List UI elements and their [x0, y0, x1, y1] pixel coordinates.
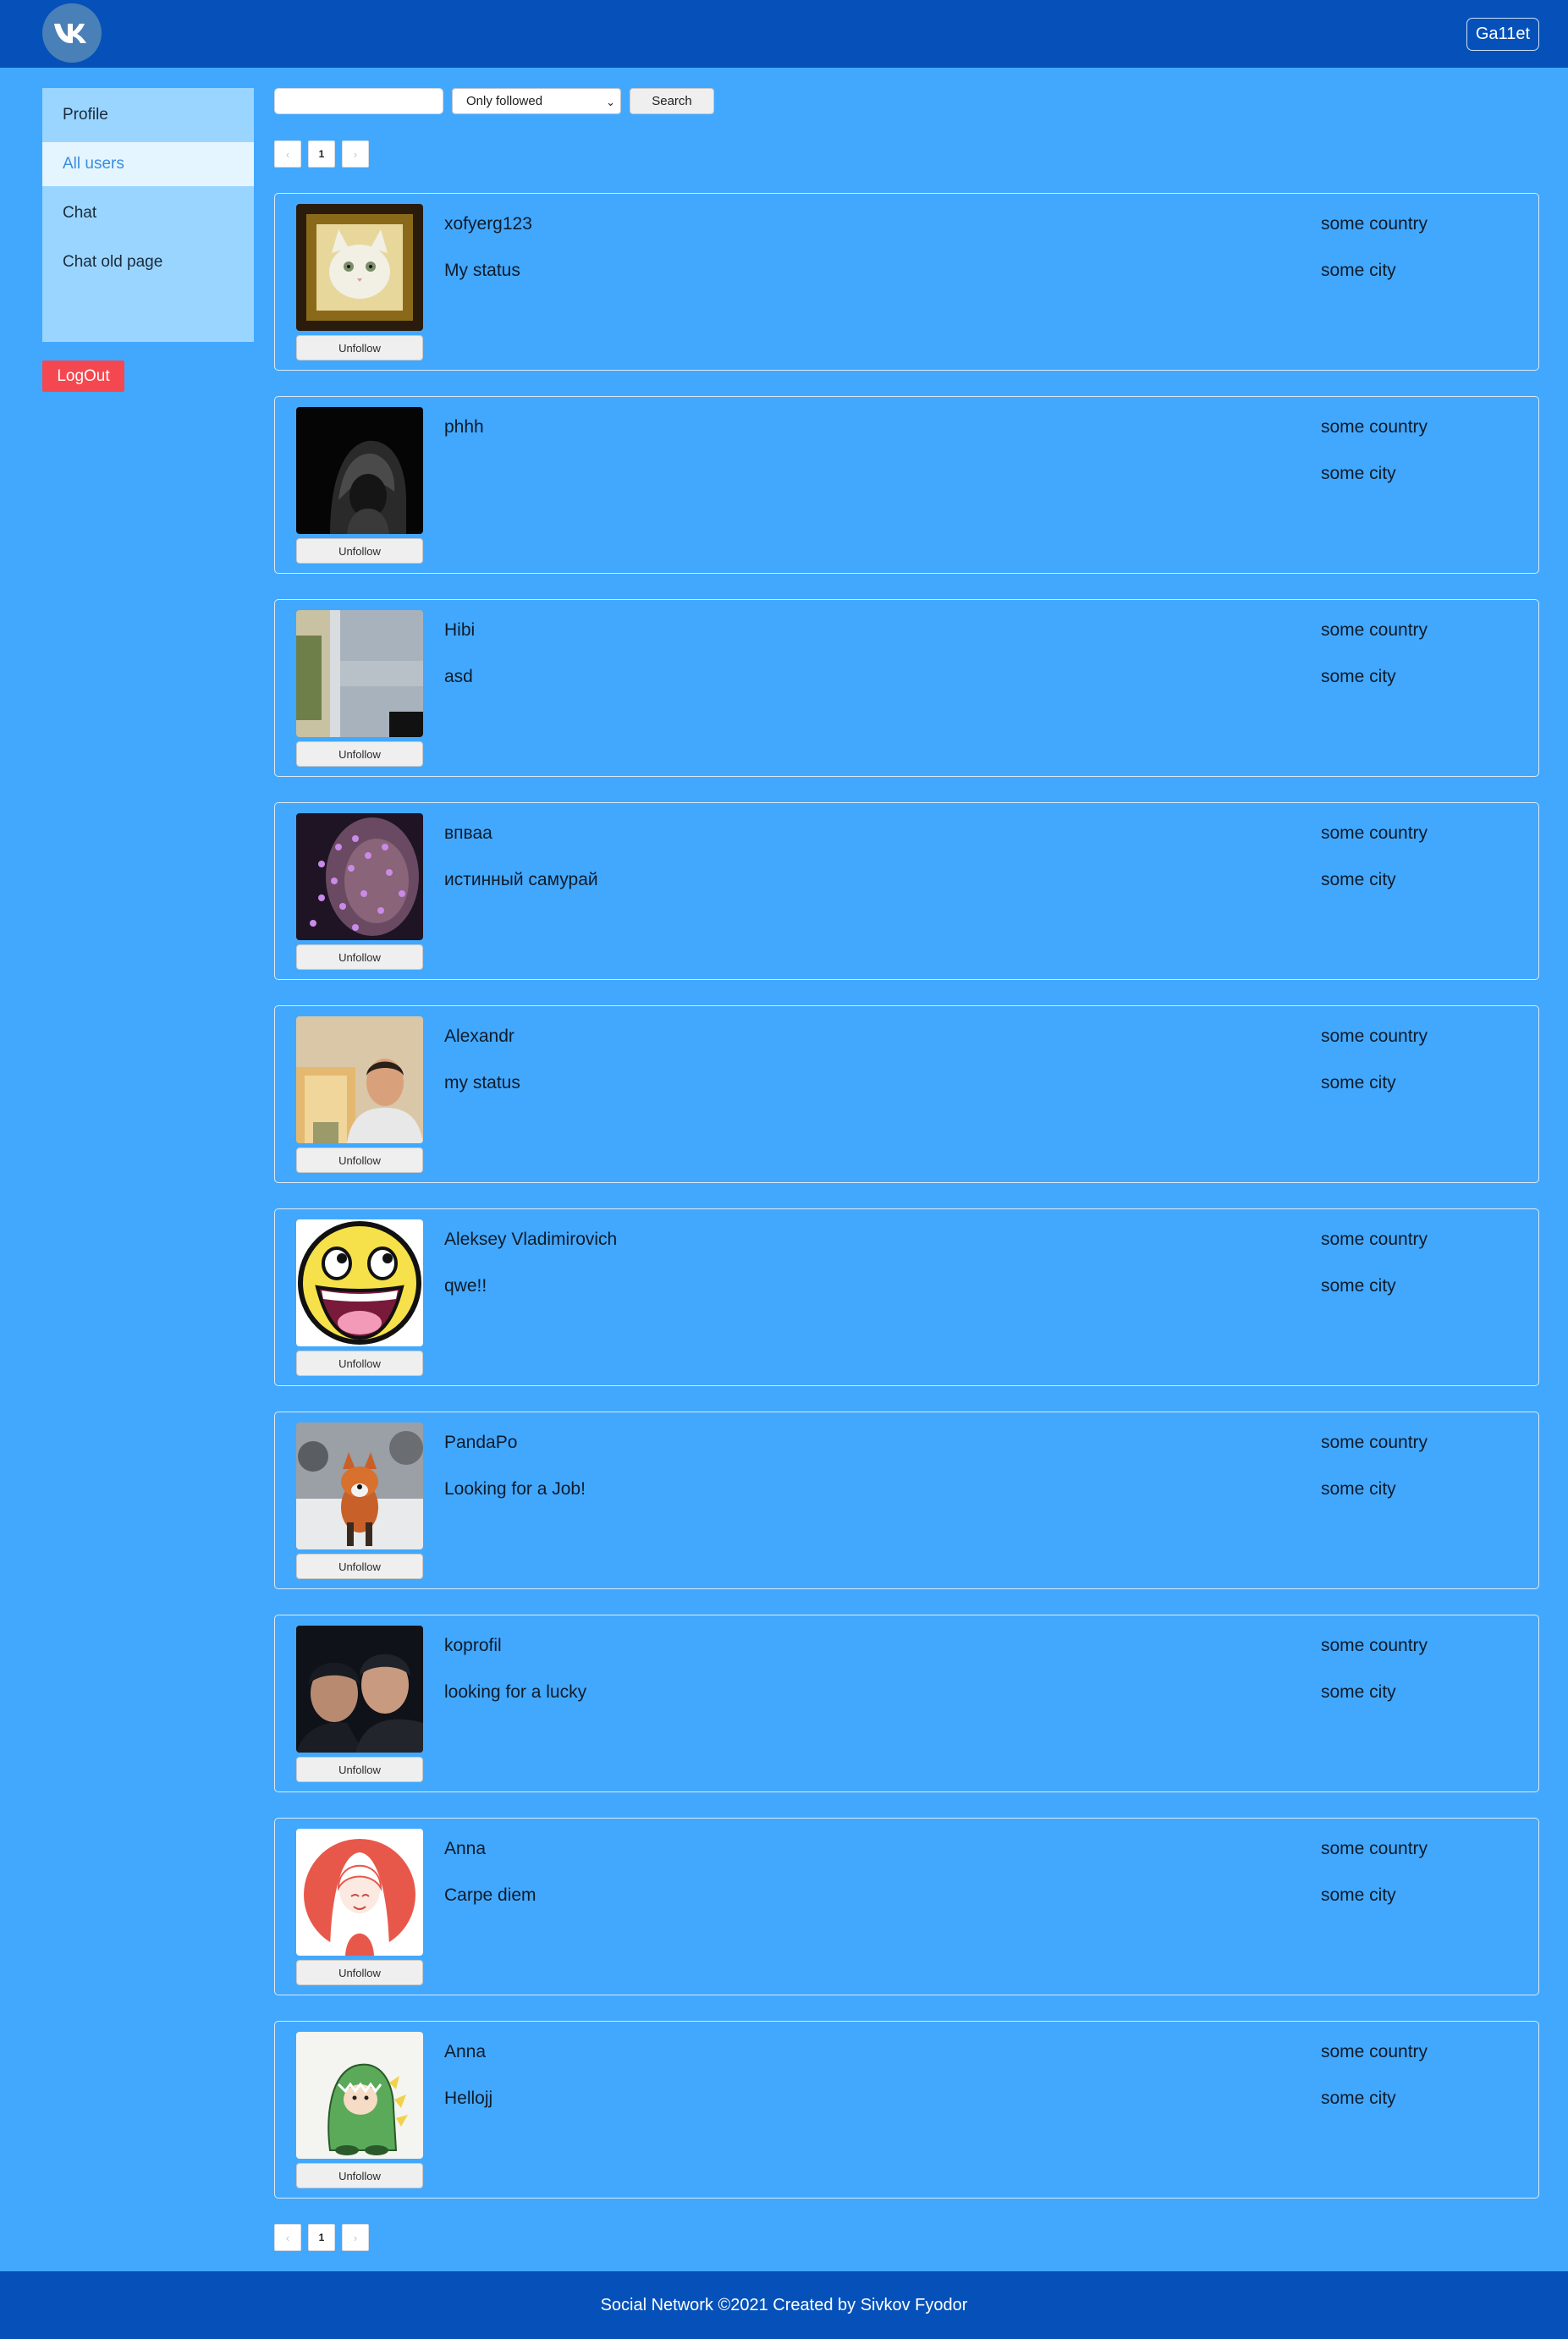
- user-city: some city: [1321, 1682, 1396, 1702]
- user-name: PandaPo: [444, 1433, 518, 1452]
- user-card: Unfollow koprofil looking for a lucky so…: [274, 1615, 1539, 1792]
- user-country: some country: [1321, 1026, 1428, 1046]
- user-name: Alexandr: [444, 1026, 514, 1046]
- chevron-down-icon: ⌄: [606, 96, 615, 108]
- sidebar-item-chat[interactable]: Chat: [42, 191, 254, 235]
- user-status: my status: [444, 1073, 520, 1092]
- pagination-page-1[interactable]: 1: [308, 2224, 335, 2251]
- user-city: some city: [1321, 667, 1396, 686]
- sidebar-item-all-users[interactable]: All users: [42, 142, 254, 186]
- user-login-badge[interactable]: Ga11et: [1466, 18, 1539, 51]
- user-name: Hibi: [444, 620, 476, 640]
- pagination-top: ‹ 1 ›: [274, 140, 369, 168]
- user-card: Unfollow впваа истинный самурай some cou…: [274, 802, 1539, 980]
- user-avatar[interactable]: [296, 407, 423, 534]
- user-city: some city: [1321, 1885, 1396, 1905]
- pagination-prev-button[interactable]: ‹: [274, 2224, 301, 2251]
- pagination-page-1[interactable]: 1: [308, 140, 335, 168]
- user-name: Aleksey Vladimirovich: [444, 1230, 618, 1249]
- sidebar-item-profile[interactable]: Profile: [42, 93, 254, 137]
- user-status: My status: [444, 261, 520, 280]
- user-country: some country: [1321, 1433, 1428, 1452]
- user-status: asd: [444, 667, 473, 686]
- unfollow-button[interactable]: Unfollow: [296, 2163, 423, 2188]
- user-country: some country: [1321, 1230, 1428, 1249]
- user-name: Anna: [444, 2042, 487, 2061]
- page-footer: Social Network ©2021 Created by Sivkov F…: [0, 2271, 1568, 2339]
- user-status: истинный самурай: [444, 870, 598, 889]
- unfollow-button[interactable]: Unfollow: [296, 1757, 423, 1782]
- user-card: Unfollow Anna Hellojj some country some …: [274, 2021, 1539, 2199]
- unfollow-button[interactable]: Unfollow: [296, 1960, 423, 1985]
- user-avatar[interactable]: [296, 1219, 423, 1346]
- user-avatar[interactable]: [296, 1829, 423, 1956]
- user-avatar[interactable]: [296, 1016, 423, 1143]
- user-city: some city: [1321, 464, 1396, 483]
- user-avatar[interactable]: [296, 204, 423, 331]
- logout-button[interactable]: LogOut: [42, 360, 124, 392]
- unfollow-button[interactable]: Unfollow: [296, 944, 423, 970]
- user-status: Carpe diem: [444, 1885, 536, 1905]
- user-status: qwe!!: [444, 1276, 487, 1296]
- user-avatar[interactable]: [296, 1626, 423, 1753]
- user-card: Unfollow Aleksey Vladimirovich qwe!! som…: [274, 1208, 1539, 1386]
- user-city: some city: [1321, 261, 1396, 280]
- user-country: some country: [1321, 417, 1428, 437]
- pagination-bottom: ‹ 1 ›: [274, 2224, 369, 2251]
- pagination-next-button[interactable]: ›: [342, 2224, 369, 2251]
- unfollow-button[interactable]: Unfollow: [296, 741, 423, 767]
- user-country: some country: [1321, 1636, 1428, 1655]
- pagination-prev-button[interactable]: ‹: [274, 140, 301, 168]
- user-card: Unfollow Alexandr my status some country…: [274, 1005, 1539, 1183]
- user-avatar[interactable]: [296, 2032, 423, 2159]
- user-name: Anna: [444, 1839, 487, 1858]
- user-name: xofyerg123: [444, 214, 532, 234]
- user-country: some country: [1321, 823, 1428, 843]
- follow-filter-value: Only followed: [466, 94, 543, 108]
- user-status: looking for a lucky: [444, 1682, 587, 1702]
- user-country: some country: [1321, 2042, 1428, 2061]
- user-avatar[interactable]: [296, 813, 423, 940]
- search-button[interactable]: Search: [630, 88, 714, 114]
- pagination-next-button[interactable]: ›: [342, 140, 369, 168]
- vk-logo-icon[interactable]: [42, 3, 102, 63]
- search-input[interactable]: [274, 88, 443, 114]
- user-avatar[interactable]: [296, 610, 423, 737]
- user-name: koprofil: [444, 1636, 502, 1655]
- user-card: Unfollow Anna Carpe diem some country so…: [274, 1818, 1539, 1995]
- user-status: Hellojj: [444, 2089, 493, 2108]
- sidebar-nav: Profile All users Chat Chat old page: [42, 88, 254, 342]
- unfollow-button[interactable]: Unfollow: [296, 335, 423, 360]
- unfollow-button[interactable]: Unfollow: [296, 1351, 423, 1376]
- user-city: some city: [1321, 2089, 1396, 2108]
- user-card: Unfollow xofyerg123 My status some count…: [274, 193, 1539, 371]
- unfollow-button[interactable]: Unfollow: [296, 538, 423, 564]
- user-card: Unfollow phhh some country some city: [274, 396, 1539, 574]
- user-city: some city: [1321, 1276, 1396, 1296]
- sidebar-item-chat-old-page[interactable]: Chat old page: [42, 240, 254, 284]
- user-name: впваа: [444, 823, 492, 843]
- user-country: some country: [1321, 620, 1428, 640]
- unfollow-button[interactable]: Unfollow: [296, 1554, 423, 1579]
- user-avatar[interactable]: [296, 1423, 423, 1549]
- follow-filter-select[interactable]: Only followed ⌄: [452, 88, 621, 114]
- unfollow-button[interactable]: Unfollow: [296, 1147, 423, 1173]
- user-card: Unfollow PandaPo Looking for a Job! some…: [274, 1412, 1539, 1589]
- user-card: Unfollow Hibi asd some country some city: [274, 599, 1539, 777]
- user-country: some country: [1321, 1839, 1428, 1858]
- user-city: some city: [1321, 1073, 1396, 1092]
- user-city: some city: [1321, 1479, 1396, 1499]
- user-city: some city: [1321, 870, 1396, 889]
- user-name: phhh: [444, 417, 484, 437]
- app-header: Ga11et: [0, 0, 1568, 68]
- user-status: Looking for a Job!: [444, 1479, 586, 1499]
- user-country: some country: [1321, 214, 1428, 234]
- footer-text: Social Network ©2021 Created by Sivkov F…: [600, 2296, 968, 2314]
